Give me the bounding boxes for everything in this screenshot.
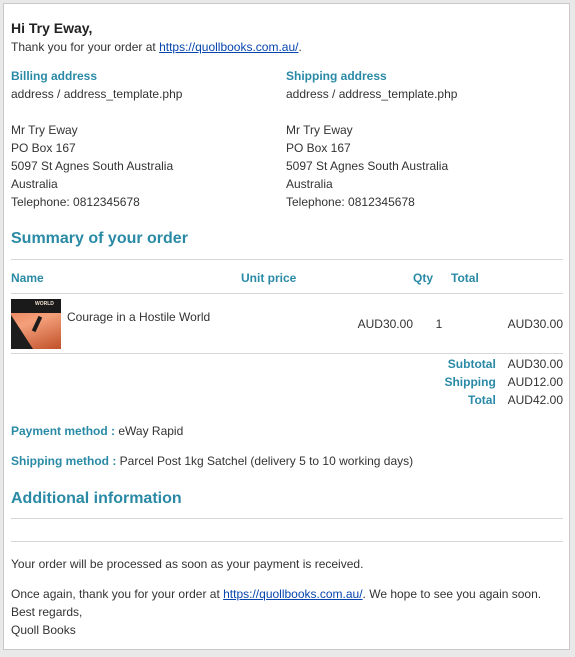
billing-template: address / address_template.php bbox=[11, 87, 183, 101]
shipping-address: Shipping address address / address_templ… bbox=[286, 67, 546, 211]
site-link[interactable]: https://quollbooks.com.au/ bbox=[159, 40, 298, 54]
shipping-line: Australia bbox=[286, 177, 333, 191]
item-name-cell: WORLD Courage in a Hostile World bbox=[11, 294, 241, 354]
order-totals: Subtotal AUD30.00 Shipping AUD12.00 Tota… bbox=[11, 355, 563, 409]
regards: Best regards, bbox=[11, 605, 83, 619]
col-header-qty: Qty bbox=[413, 270, 434, 285]
shipping-line: 5097 St Agnes South Australia bbox=[286, 159, 449, 173]
processing-note: Your order will be processed as soon as … bbox=[11, 557, 364, 571]
total-value: AUD42.00 bbox=[507, 393, 563, 407]
billing-line: PO Box 167 bbox=[11, 141, 76, 155]
subtotal-row: Subtotal AUD30.00 bbox=[11, 355, 563, 373]
email-frame: Hi Try Eway, Thank you for your order at… bbox=[3, 3, 570, 650]
shipping-template: address / address_template.php bbox=[286, 87, 458, 101]
closing-suffix: . We hope to see you again soon. bbox=[362, 587, 542, 601]
cover-text: WORLD bbox=[35, 300, 54, 307]
closing-site-link[interactable]: https://quollbooks.com.au/ bbox=[223, 587, 362, 601]
payment-method-label: Payment method : bbox=[11, 424, 116, 438]
item-qty: 1 bbox=[435, 316, 443, 331]
thanks-line: Thank you for your order at https://quol… bbox=[11, 39, 563, 55]
email-content: Hi Try Eway, Thank you for your order at… bbox=[11, 20, 563, 639]
closing-prefix: Once again, thank you for your order at bbox=[11, 587, 224, 601]
shipping-line: PO Box 167 bbox=[286, 141, 351, 155]
shipping-method-value: Parcel Post 1kg Satchel (delivery 5 to 1… bbox=[119, 454, 414, 468]
billing-line: 5097 St Agnes South Australia bbox=[11, 159, 174, 173]
payment-method: Payment method : eWay Rapid bbox=[11, 422, 563, 440]
billing-heading: Billing address bbox=[11, 69, 98, 83]
summary-title: Summary of your order bbox=[11, 230, 188, 247]
col-header-unit-price: Unit price bbox=[241, 270, 297, 285]
billing-line: Telephone: 0812345678 bbox=[11, 195, 140, 209]
additional-divider bbox=[11, 518, 563, 519]
billing-line: Mr Try Eway bbox=[11, 123, 78, 137]
order-items-table: Name Unit price Qty Total WORLD Courage … bbox=[11, 262, 563, 354]
item-unit-price: AUD30.00 bbox=[357, 316, 413, 331]
item-total: AUD30.00 bbox=[507, 316, 563, 331]
total-label: Total bbox=[468, 393, 496, 407]
subtotal-value: AUD30.00 bbox=[507, 357, 563, 371]
summary-divider bbox=[11, 259, 563, 260]
table-row: WORLD Courage in a Hostile World AUD30.0… bbox=[11, 293, 563, 354]
shipping-line: Mr Try Eway bbox=[286, 123, 353, 137]
address-section: Billing address address / address_templa… bbox=[11, 67, 563, 217]
thanks-suffix: . bbox=[298, 40, 302, 54]
greeting: Hi Try Eway, bbox=[11, 20, 93, 36]
footer-divider bbox=[11, 541, 563, 542]
shipping-row: Shipping AUD12.00 bbox=[11, 373, 563, 391]
shipping-label: Shipping bbox=[444, 375, 496, 389]
billing-line: Australia bbox=[11, 177, 58, 191]
table-header-row: Name Unit price Qty Total bbox=[11, 262, 563, 294]
shipping-value: AUD12.00 bbox=[507, 375, 563, 389]
additional-info-title: Additional information bbox=[11, 490, 182, 507]
col-header-name: Name bbox=[11, 270, 44, 285]
billing-address: Billing address address / address_templa… bbox=[11, 67, 271, 211]
book-cover-thumbnail: WORLD bbox=[11, 298, 61, 349]
subtotal-label: Subtotal bbox=[447, 357, 496, 371]
payment-method-value: eWay Rapid bbox=[118, 424, 184, 438]
shipping-line: Telephone: 0812345678 bbox=[286, 195, 415, 209]
closing-line: Once again, thank you for your order at … bbox=[11, 585, 563, 603]
signature: Quoll Books bbox=[11, 623, 76, 637]
item-name: Courage in a Hostile World bbox=[67, 309, 211, 324]
shipping-method: Shipping method : Parcel Post 1kg Satche… bbox=[11, 452, 563, 470]
thanks-prefix: Thank you for your order at bbox=[11, 40, 160, 54]
shipping-heading: Shipping address bbox=[286, 69, 387, 83]
shipping-method-label: Shipping method : bbox=[11, 454, 117, 468]
total-row: Total AUD42.00 bbox=[11, 391, 563, 409]
col-header-total: Total bbox=[451, 270, 479, 285]
